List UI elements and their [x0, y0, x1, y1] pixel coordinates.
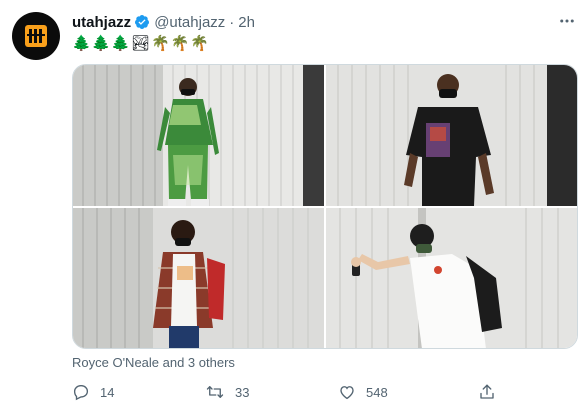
reply-icon [73, 385, 89, 401]
media-grid [72, 64, 578, 349]
tagged-users[interactable]: Royce O'Neale and 3 others [72, 355, 235, 370]
media-photo-4[interactable] [326, 208, 577, 348]
display-name[interactable]: utahjazz [72, 14, 131, 31]
timestamp[interactable]: 2h [238, 14, 255, 31]
tweet-actions: 14 33 548 [72, 381, 572, 403]
share-icon [480, 384, 494, 399]
retweet-count: 33 [235, 384, 250, 400]
reply-count: 14 [100, 384, 115, 400]
reply-button[interactable]: 14 [72, 381, 114, 403]
retweet-button[interactable]: 33 [205, 381, 249, 403]
media-photo-2[interactable] [326, 65, 577, 206]
like-button[interactable]: 548 [338, 381, 388, 403]
avatar[interactable] [12, 12, 60, 60]
separator: · [229, 13, 235, 31]
retweet-icon [206, 386, 224, 398]
more-button[interactable] [556, 10, 578, 32]
tweet-text: 🌲🌲🌲🏞🌴🌴🌴 [72, 35, 211, 52]
heart-icon [340, 386, 354, 400]
jazz-logo-icon [25, 25, 47, 47]
tweet-header: utahjazz @utahjazz · 2h [72, 12, 255, 32]
share-button[interactable] [478, 381, 496, 403]
handle[interactable]: @utahjazz [154, 14, 225, 31]
media-photo-1[interactable] [73, 65, 324, 206]
verified-badge-icon [134, 14, 150, 30]
media-photo-3[interactable] [73, 208, 324, 348]
more-icon [560, 19, 574, 23]
like-count: 548 [366, 384, 388, 400]
